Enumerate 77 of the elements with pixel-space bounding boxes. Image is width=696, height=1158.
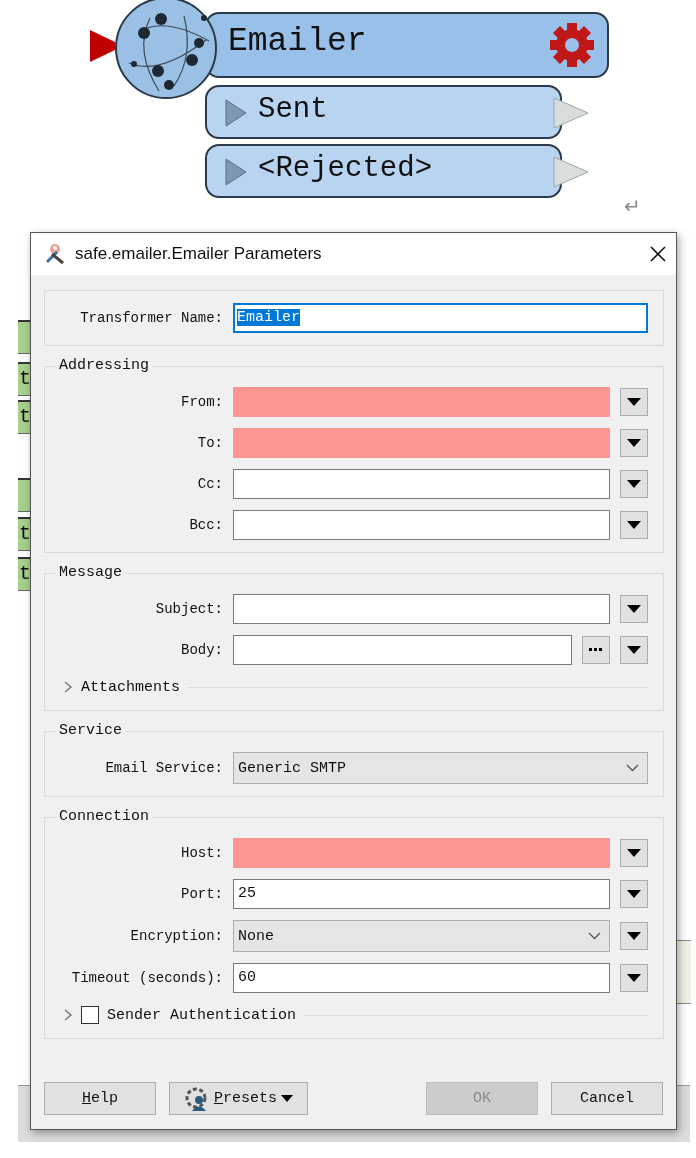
menu-button[interactable]	[620, 388, 648, 416]
dropdown-arrow-icon	[627, 605, 641, 613]
text-field[interactable]	[233, 594, 610, 624]
dropdown-arrow-icon	[627, 398, 641, 406]
output-port[interactable]	[205, 144, 562, 198]
field-label: Host:	[180, 845, 223, 861]
chevron-down-icon	[588, 932, 601, 940]
menu-button[interactable]	[620, 922, 648, 950]
dropdown-arrow-icon	[627, 439, 641, 447]
checkbox[interactable]	[81, 1006, 99, 1024]
field-label: To:	[196, 435, 223, 451]
dropdown-arrow-icon	[627, 849, 641, 857]
dropdown-arrow-icon	[627, 932, 641, 940]
port-label: <Rejected>	[258, 151, 433, 187]
canvas-node: t	[18, 557, 30, 591]
close-icon[interactable]	[650, 246, 666, 262]
chevron-icon[interactable]	[63, 680, 73, 694]
canvas-node: t	[18, 517, 30, 551]
globe-icon	[114, 0, 218, 100]
canvas-node: t	[18, 362, 30, 396]
menu-button[interactable]	[620, 964, 648, 992]
dropdown-arrow-icon	[627, 521, 641, 529]
tools-icon	[43, 242, 67, 266]
chevron-icon[interactable]	[63, 1008, 73, 1022]
dropdown[interactable]: Generic SMTP	[233, 752, 648, 784]
field-label: Port:	[180, 886, 223, 902]
ellipsis-icon	[589, 648, 603, 652]
expander-label[interactable]: Sender Authentication	[107, 1006, 297, 1024]
field-label: Transformer Name:	[79, 310, 223, 326]
window-title: safe.emailer.Emailer Parameters	[75, 244, 323, 264]
dropdown-arrow-icon	[627, 646, 641, 654]
field-label: Body:	[180, 642, 223, 658]
text-field[interactable]: 25	[233, 879, 610, 909]
dialog-button[interactable]: Cancel	[551, 1082, 663, 1115]
dialog-button[interactable]: Help	[44, 1082, 156, 1115]
dropdown[interactable]: None	[233, 920, 610, 952]
text-field[interactable]	[233, 510, 610, 540]
menu-button[interactable]	[620, 429, 648, 457]
gear-icon[interactable]	[548, 21, 596, 69]
menu-button[interactable]	[620, 511, 648, 539]
text-field[interactable]: 60	[233, 963, 610, 993]
field-label: Encryption:	[129, 928, 223, 944]
chevron-down-icon	[626, 764, 639, 772]
field-label: From:	[180, 394, 223, 410]
text-field[interactable]: Emailer	[233, 303, 648, 333]
text-field[interactable]	[233, 387, 610, 417]
field-label: Timeout (seconds):	[70, 970, 223, 986]
ellipsis-button[interactable]	[582, 636, 610, 664]
field-label: Subject:	[154, 601, 223, 617]
canvas-node	[18, 478, 30, 512]
menu-button[interactable]	[620, 595, 648, 623]
field-label: Bcc:	[188, 517, 223, 533]
text-field[interactable]	[233, 469, 610, 499]
canvas-node: t	[18, 400, 30, 434]
canvas-node	[18, 320, 30, 354]
transformer-header[interactable]	[205, 12, 609, 78]
menu-button[interactable]	[620, 470, 648, 498]
dropdown-arrow-icon	[627, 890, 641, 898]
return-mark: ↵	[624, 194, 641, 218]
caret-icon	[281, 1094, 293, 1103]
field-label: Email Service:	[104, 760, 223, 776]
menu-button[interactable]	[620, 636, 648, 664]
transformer-name: Emailer	[228, 22, 367, 62]
menu-button[interactable]	[620, 839, 648, 867]
dropdown-arrow-icon	[627, 480, 641, 488]
output-port[interactable]	[205, 85, 562, 139]
text-field[interactable]	[233, 428, 610, 458]
dropdown-arrow-icon	[627, 974, 641, 982]
play-icon	[225, 99, 247, 127]
play-icon	[225, 158, 247, 186]
menu-button[interactable]	[620, 880, 648, 908]
text-field[interactable]	[233, 635, 572, 665]
expander-label[interactable]: Attachments	[81, 678, 181, 696]
port-label: Sent	[258, 92, 328, 128]
text-field[interactable]	[233, 838, 610, 868]
field-label: Cc:	[196, 476, 223, 492]
dialog-button[interactable]: Presets	[169, 1082, 308, 1115]
